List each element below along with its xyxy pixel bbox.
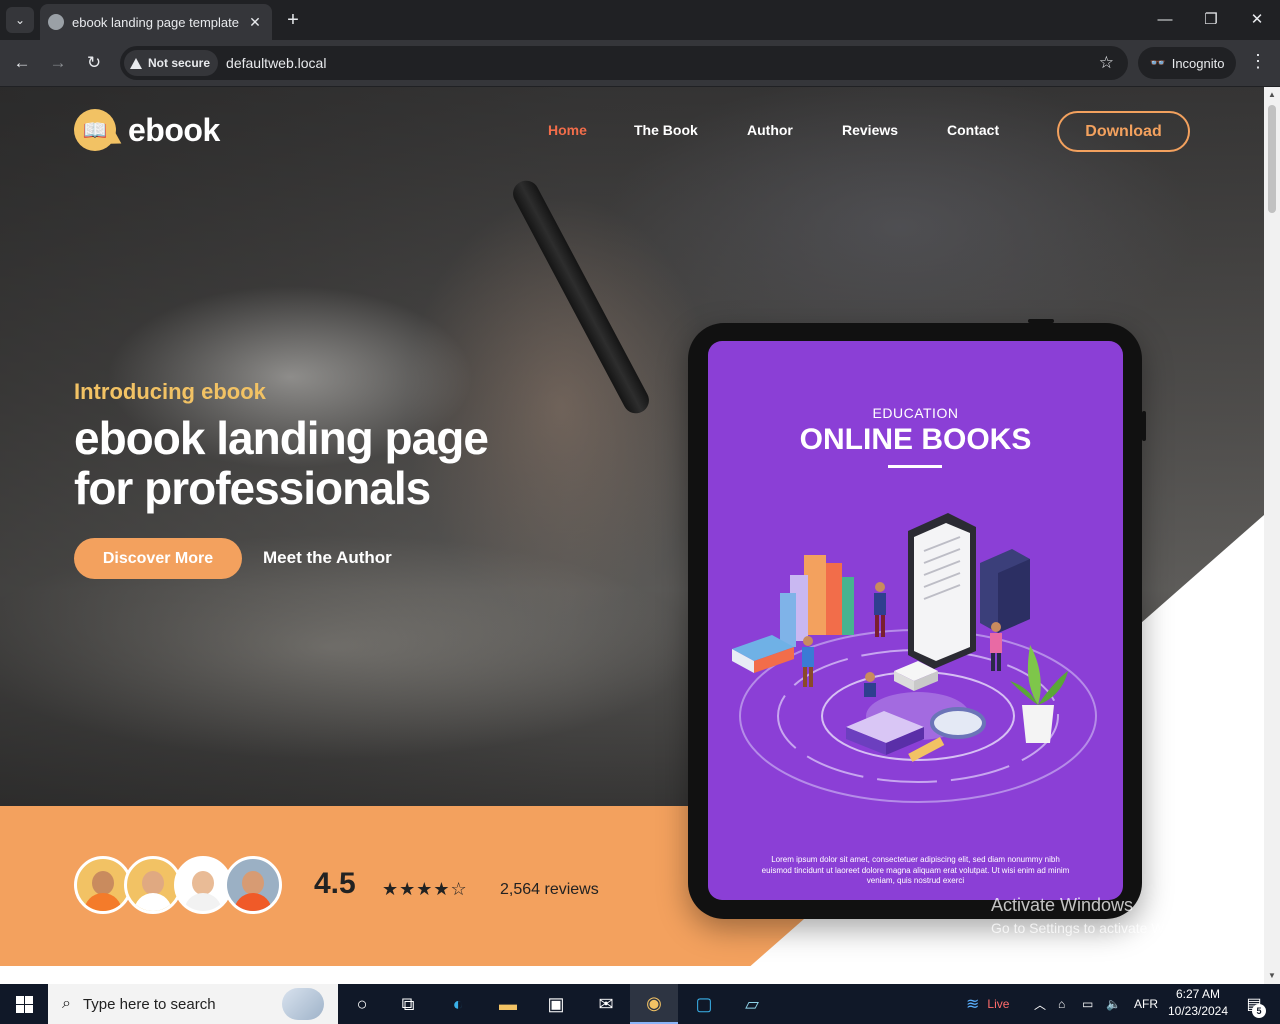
headline-line-1: ebook landing page <box>74 412 489 464</box>
site-logo[interactable]: 📖 ebook <box>74 109 220 151</box>
store-icon[interactable]: ▣ <box>532 984 580 1024</box>
activate-windows-subtitle: Go to Settings to activate Windows. <box>991 920 1212 936</box>
minimize-button[interactable]: — <box>1142 6 1188 34</box>
chrome-icon[interactable]: ◉ <box>630 984 678 1024</box>
tab-title: ebook landing page template <box>72 14 239 30</box>
new-tab-button[interactable]: + <box>282 8 304 32</box>
notepad-icon[interactable]: ▱ <box>728 984 776 1024</box>
site-info-chip[interactable]: Not secure <box>124 50 219 76</box>
back-icon[interactable]: ← <box>10 51 34 75</box>
address-bar[interactable]: Not secure defaultweb.local ☆ <box>120 46 1128 80</box>
warning-icon <box>130 57 142 69</box>
virtualbox-icon[interactable]: ▢ <box>680 984 728 1024</box>
review-count: 2,564 reviews <box>500 881 599 898</box>
reload-icon[interactable]: ↻ <box>82 51 106 75</box>
notification-badge: 5 <box>1252 1004 1266 1018</box>
bookmark-star-icon[interactable]: ☆ <box>1099 53 1114 73</box>
nav-contact[interactable]: Contact <box>947 122 999 138</box>
nav-home[interactable]: Home <box>548 122 587 138</box>
meet-author-link[interactable]: Meet the Author <box>263 548 392 568</box>
tablet-power-button <box>1028 319 1054 323</box>
search-highlight-image <box>282 988 324 1020</box>
forward-icon[interactable]: → <box>46 51 70 75</box>
live-news-icon: ≋ <box>966 996 980 1013</box>
mail-icon[interactable]: ✉ <box>582 984 630 1024</box>
edge-icon[interactable]: ◐ <box>434 984 482 1024</box>
meet-now-icon[interactable]: ⌂ <box>1058 984 1065 1024</box>
taskbar-search[interactable]: ⌕ Type here to search <box>48 984 338 1024</box>
scroll-up-icon[interactable]: ▲ <box>1264 87 1280 103</box>
incognito-label: Incognito <box>1171 55 1225 71</box>
browser-toolbar: ← → ↻ Not secure defaultweb.local ☆ 👓 In… <box>0 40 1280 86</box>
incognito-icon: 👓 <box>1149 55 1166 70</box>
network-icon[interactable]: ▭ <box>1082 984 1093 1024</box>
cover-divider <box>888 465 942 468</box>
book-logo-icon: 📖 <box>74 109 116 151</box>
logo-text: ebook <box>128 111 220 148</box>
tab-search-button[interactable]: ⌄ <box>6 7 34 33</box>
weather-widget[interactable]: ≋ Live <box>966 984 1009 1024</box>
headline-line-2: for professionals <box>74 462 431 514</box>
scroll-thumb[interactable] <box>1268 105 1276 213</box>
browser-tab[interactable]: ebook landing page template ✕ <box>40 4 272 40</box>
page-viewport: 📖 ebook Home The Book Author Reviews Con… <box>0 87 1264 984</box>
clock-date: 10/23/2024 <box>1167 1004 1229 1018</box>
search-icon: ⌕ <box>62 995 71 1012</box>
url-text[interactable]: defaultweb.local <box>226 55 1099 71</box>
cover-title: ONLINE BOOKS <box>799 423 1032 456</box>
globe-icon <box>48 14 64 30</box>
language-indicator[interactable]: AFR <box>1134 984 1158 1024</box>
browser-menu-icon[interactable]: ⋮ <box>1248 51 1268 72</box>
weather-label: Live <box>987 997 1010 1011</box>
browser-tabbar: ⌄ ebook landing page template ✕ + — ❐ ✕ <box>0 0 1280 40</box>
nav-the-book[interactable]: The Book <box>634 122 698 138</box>
download-button[interactable]: Download <box>1057 111 1190 152</box>
windows-taskbar: ⌕ Type here to search ○ ⧉ ◐ ▬ ▣ ✉ ◉ ▢ ▱ … <box>0 984 1280 1024</box>
show-hidden-icons[interactable]: ︿ <box>1034 984 1046 1024</box>
nav-author[interactable]: Author <box>747 122 793 138</box>
notification-center-icon[interactable]: ▤5 <box>1236 984 1272 1024</box>
incognito-chip[interactable]: 👓 Incognito <box>1138 47 1236 79</box>
search-placeholder: Type here to search <box>82 995 216 1013</box>
activate-windows-title: Activate Windows <box>991 895 1134 915</box>
scroll-down-icon[interactable]: ▼ <box>1264 968 1280 984</box>
cortana-icon[interactable]: ○ <box>338 984 386 1024</box>
discover-more-button[interactable]: Discover More <box>74 538 242 579</box>
not-secure-label: Not secure <box>148 56 211 70</box>
start-button[interactable] <box>0 984 48 1024</box>
page-scrollbar[interactable]: ▲ ▼ <box>1264 87 1280 984</box>
file-explorer-icon[interactable]: ▬ <box>484 984 532 1024</box>
avatar <box>224 856 282 914</box>
volume-icon[interactable]: 🔈 <box>1106 984 1121 1024</box>
hero-intro: Introducing ebook <box>74 379 266 404</box>
taskbar-clock[interactable]: 6:27 AM 10/23/2024 <box>1160 986 1236 1020</box>
isometric-library-illustration <box>732 513 1097 803</box>
nav-reviews[interactable]: Reviews <box>842 122 898 138</box>
hero-headline: ebook landing page for professionals <box>74 413 634 513</box>
close-window-button[interactable]: ✕ <box>1234 6 1280 34</box>
cover-kicker: EDUCATION <box>872 405 959 421</box>
tablet-volume-button <box>1142 411 1146 441</box>
restore-button[interactable]: ❐ <box>1188 6 1234 34</box>
task-view-icon[interactable]: ⧉ <box>384 984 432 1024</box>
windows-logo-icon <box>15 995 33 1013</box>
tablet-mockup: EDUCATION ONLINE BOOKS Lorem ipsum dolor… <box>688 319 1146 919</box>
book-cover: EDUCATION ONLINE BOOKS Lorem ipsum dolor… <box>708 341 1123 900</box>
rating-value: 4.5 <box>314 867 356 900</box>
cover-blurb: Lorem ipsum dolor sit amet, consectetuer… <box>761 855 1070 885</box>
tab-close-icon[interactable]: ✕ <box>246 14 264 31</box>
star-rating-icon: ★★★★☆ <box>382 879 468 899</box>
clock-time: 6:27 AM <box>1175 987 1221 1001</box>
